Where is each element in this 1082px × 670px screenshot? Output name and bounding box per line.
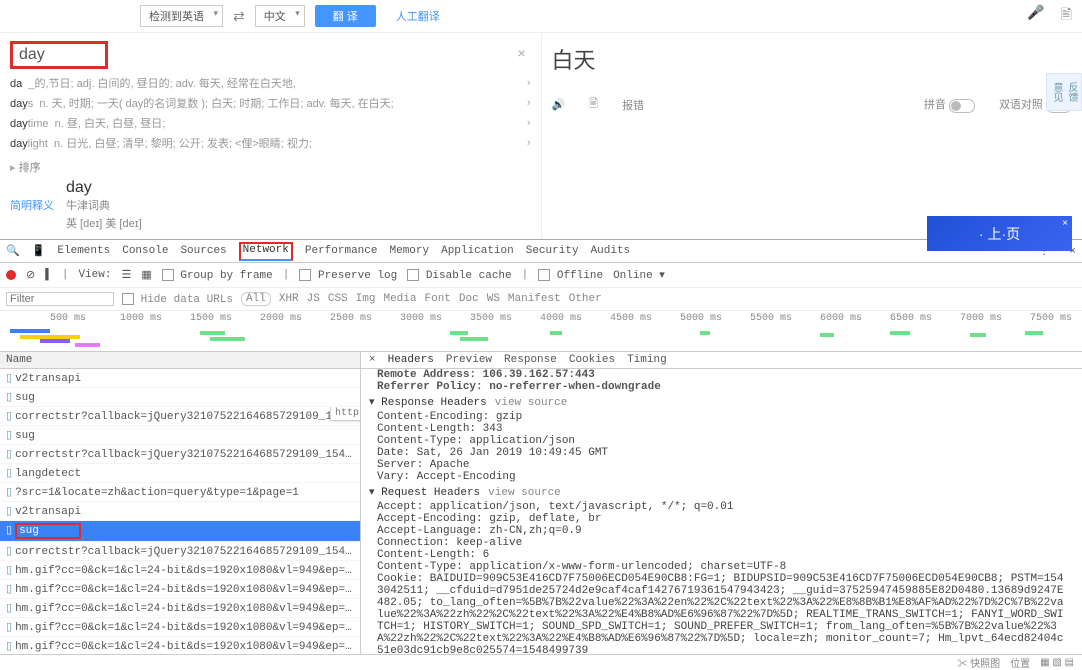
record-button[interactable] xyxy=(6,270,16,280)
filter-ws[interactable]: WS xyxy=(487,293,500,305)
request-row[interactable]: ▯hm.gif?cc=0&ck=1&cl=24-bit&ds=1920x1080… xyxy=(0,618,360,637)
group-checkbox[interactable] xyxy=(162,269,174,281)
suggest-row[interactable]: da _的,节日; adj. 白间的, 昼日的; adv. 每天, 经常在白天地… xyxy=(10,75,531,91)
device-icon[interactable]: 📱 xyxy=(32,244,46,258)
filter-input[interactable] xyxy=(6,292,114,306)
brief-tab[interactable]: 简明释义 xyxy=(10,197,54,213)
tab-performance[interactable]: Performance xyxy=(305,245,378,257)
filter-img[interactable]: Img xyxy=(356,293,376,305)
swap-icon[interactable]: ⇄ xyxy=(233,8,245,25)
request-row[interactable]: ▯v2transapi xyxy=(0,369,360,388)
status-bar: ✂ 快照图 位置 ▦ ▧ ▤ xyxy=(0,654,1082,669)
status-position[interactable]: 位置 xyxy=(1010,655,1030,670)
devtools-tabbar: 🔍 📱 Elements Console Sources Network Per… xyxy=(0,240,1082,263)
tab-application[interactable]: Application xyxy=(441,245,514,257)
filter-js[interactable]: JS xyxy=(307,293,320,305)
filter-icon[interactable]: ▌ xyxy=(45,269,52,281)
clear-icon[interactable]: ⊘ xyxy=(26,268,35,282)
dict-source: 牛津词典 xyxy=(66,197,110,213)
request-row[interactable]: ▯?src=1&locate=zh&action=query&type=1&pa… xyxy=(0,483,360,502)
input-box[interactable]: day xyxy=(10,41,108,69)
copy-result-icon[interactable]: 🖹 xyxy=(589,95,598,114)
pinyin-toggle[interactable] xyxy=(949,99,975,113)
pinyin-toggle-label: 拼音 xyxy=(924,99,946,111)
request-row[interactable]: ▯sug xyxy=(0,388,360,407)
tab-sources[interactable]: Sources xyxy=(180,245,226,257)
tab-audits[interactable]: Audits xyxy=(591,245,631,257)
inspect-icon[interactable]: 🔍 xyxy=(6,244,20,258)
filter-other[interactable]: Other xyxy=(569,293,602,305)
view-source-link[interactable]: view source xyxy=(488,487,561,499)
request-row[interactable]: ▯hm.gif?cc=0&ck=1&cl=24-bit&ds=1920x1080… xyxy=(0,561,360,580)
view-source-link[interactable]: view source xyxy=(495,397,568,409)
request-row[interactable]: ▯langdetect xyxy=(0,464,360,483)
filter-doc[interactable]: Doc xyxy=(459,293,479,305)
detail-tab-cookies[interactable]: Cookies xyxy=(569,354,615,366)
tab-console[interactable]: Console xyxy=(122,245,168,257)
request-list: Name ▯v2transapi ▯sug ▯correctstr?callba… xyxy=(0,352,361,654)
view-icon[interactable]: ☰ xyxy=(121,268,131,282)
request-row[interactable]: ▯v2transapi xyxy=(0,502,360,521)
detail-tab-timing[interactable]: Timing xyxy=(627,354,667,366)
tab-network[interactable]: Network xyxy=(239,242,293,261)
detail-tab-headers[interactable]: Headers xyxy=(388,354,434,366)
pronunciation: 英 [deɪ] 美 [deɪ] xyxy=(66,215,531,231)
filter-media[interactable]: Media xyxy=(383,293,416,305)
view-label: View: xyxy=(78,269,111,281)
close-detail-icon[interactable]: × xyxy=(369,354,376,366)
tab-security[interactable]: Security xyxy=(526,245,579,257)
human-translate-button[interactable]: 人工翻译 xyxy=(386,5,450,27)
url-tooltip: https://fanyi.baidu.com/v2transapi?callb… xyxy=(330,407,360,421)
general-remote: Remote Address: 106.39.162.57:443 xyxy=(361,369,1082,381)
detail-tab-response[interactable]: Response xyxy=(504,354,557,366)
online-select[interactable]: Online ▾ xyxy=(613,268,665,282)
network-waterfall[interactable]: 500 ms1000 ms1500 ms2000 ms2500 ms3000 m… xyxy=(0,311,1082,352)
request-row[interactable]: ▯sug xyxy=(0,426,360,445)
filter-font[interactable]: Font xyxy=(425,293,451,305)
suggest-row[interactable]: days n. 天, 时期; 一天( day的名词复数 ); 白天; 时期; 工… xyxy=(10,95,531,111)
filter-manifest[interactable]: Manifest xyxy=(508,293,561,305)
request-row[interactable]: ▯hm.gif?cc=0&ck=1&cl=24-bit&ds=1920x1080… xyxy=(0,580,360,599)
request-row[interactable]: ▯correctstr?callback=jQuery3210752216468… xyxy=(0,542,360,561)
request-row[interactable]: ▯hm.gif?cc=0&ck=1&cl=24-bit&ds=1920x1080… xyxy=(0,599,360,618)
feedback-tab[interactable]: 意见反馈 xyxy=(1046,73,1082,111)
dict-word: day xyxy=(66,179,110,197)
filter-xhr[interactable]: XHR xyxy=(279,293,299,305)
request-row[interactable]: ▯hm.gif?cc=0&ck=1&cl=24-bit&ds=1920x1080… xyxy=(0,637,360,654)
banner-close-icon[interactable]: × xyxy=(1062,218,1068,229)
result-word: 白天 xyxy=(552,43,1073,75)
offline-checkbox[interactable] xyxy=(538,269,550,281)
section-request-headers[interactable]: Request Headers xyxy=(381,487,480,499)
request-row[interactable]: ▯correctstr?callback=jQuery3210752216468… xyxy=(0,407,360,426)
filter-css[interactable]: CSS xyxy=(328,293,348,305)
view-icon2[interactable]: ▦ xyxy=(141,268,151,282)
disable-cache-checkbox[interactable] xyxy=(407,269,419,281)
copy-icon[interactable]: 🖹 xyxy=(1061,4,1072,28)
section-response-headers[interactable]: Response Headers xyxy=(381,397,487,409)
suggest-row[interactable]: daytime n. 昼, 白天, 白昼, 昼日;› xyxy=(10,115,531,131)
status-snapshot[interactable]: ✂ 快照图 xyxy=(957,655,1000,670)
hide-data-checkbox[interactable] xyxy=(122,293,134,305)
translate-button[interactable]: 翻 译 xyxy=(315,5,376,27)
clear-icon[interactable]: × xyxy=(517,45,525,61)
name-column-header[interactable]: Name xyxy=(0,352,360,369)
banner-ad[interactable]: · 上·页× xyxy=(927,216,1072,251)
dual-toggle-label: 双语对照 xyxy=(999,99,1043,111)
detail-tab-preview[interactable]: Preview xyxy=(446,354,492,366)
mic-icon[interactable]: 🎤 xyxy=(1027,4,1044,28)
preserve-checkbox[interactable] xyxy=(299,269,311,281)
speaker-icon[interactable]: 🔊 xyxy=(552,98,566,111)
general-refpolicy: Referrer Policy: no-referrer-when-downgr… xyxy=(361,381,1082,393)
tab-elements[interactable]: Elements xyxy=(57,245,110,257)
request-row[interactable]: ▯correctstr?callback=jQuery3210752216468… xyxy=(0,445,360,464)
report-link[interactable]: 报错 xyxy=(622,97,644,113)
to-lang-dropdown[interactable]: 中文 xyxy=(255,5,305,27)
status-icons[interactable]: ▦ ▧ ▤ xyxy=(1040,657,1074,668)
request-row-selected[interactable]: ▯sug xyxy=(0,521,360,542)
sort-label[interactable]: 排序 xyxy=(10,159,531,175)
from-lang-dropdown[interactable]: 检测到英语 xyxy=(140,5,223,27)
filter-all[interactable]: All xyxy=(241,292,271,306)
tab-memory[interactable]: Memory xyxy=(390,245,430,257)
suggest-row[interactable]: daylight n. 日光, 白昼; 清早; 黎明; 公开; 发表; <俚>眼… xyxy=(10,135,531,151)
